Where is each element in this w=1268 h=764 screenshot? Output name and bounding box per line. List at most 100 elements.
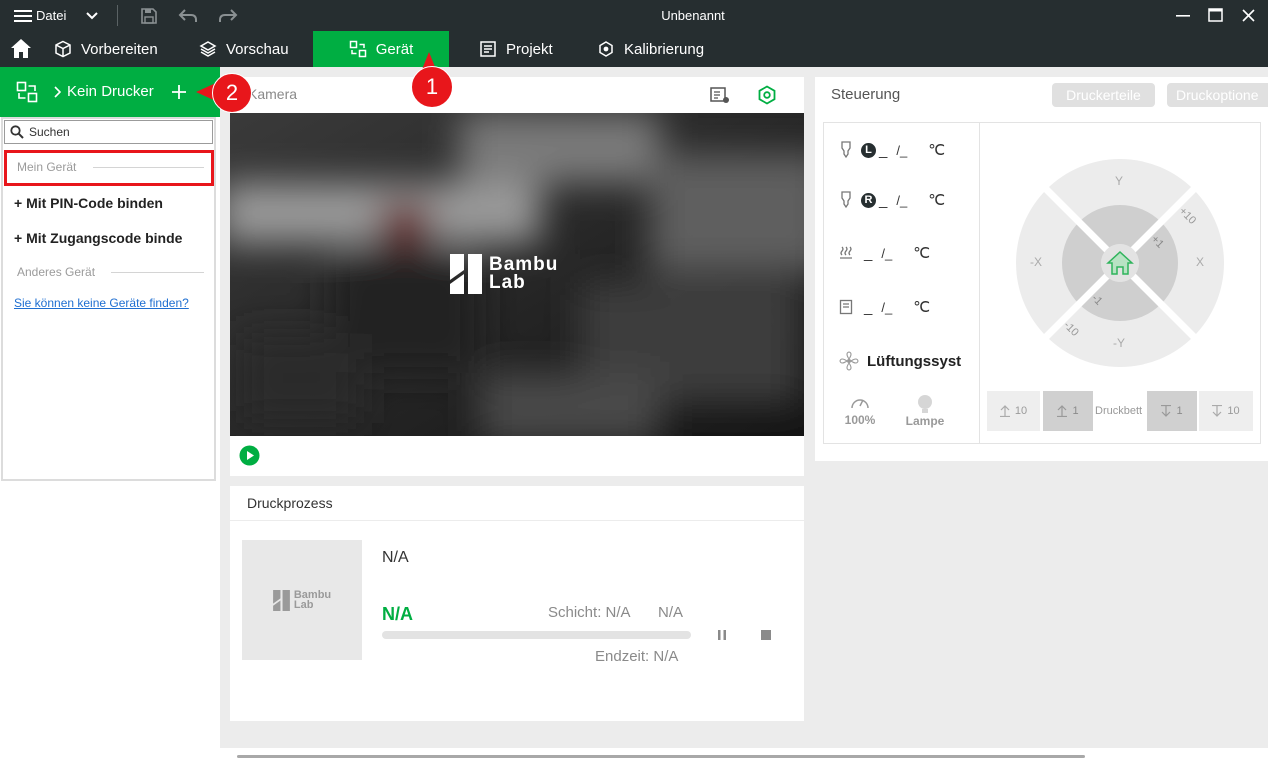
bambu-lab-logo: Bambu Lab [450,254,558,294]
file-menu[interactable]: Datei [0,0,104,31]
temp-value: _ [879,191,888,209]
temp-target: /_ [896,192,908,208]
fan-control[interactable]: Lüftungssyst [839,351,969,371]
bed-down-10-label: 10 [1227,405,1240,417]
calibration-gear-icon [599,41,613,57]
horizontal-scrollbar[interactable] [237,755,1085,758]
bed-up-1-label: 1 [1072,405,1079,417]
print-options-button[interactable]: Druckoptione [1167,83,1268,107]
bind-access-code[interactable]: + Mit Zugangscode binde [14,230,214,246]
tab-project[interactable]: Projekt [479,31,553,67]
tab-calibration[interactable]: Kalibrierung [597,31,704,67]
divider [979,122,980,444]
arrow-up-icon [1057,405,1068,417]
bed-up-10-button[interactable]: 10 [987,391,1040,431]
jog-y-plus[interactable]: Y [1115,174,1123,188]
cant-find-devices-link[interactable]: Sie können keine Geräte finden? [14,296,189,310]
main-tab-bar: Vorbereiten Vorschau Gerät Projekt Kalib… [0,31,1268,67]
bed-up-1-button[interactable]: 1 [1043,391,1093,431]
maximize-icon[interactable] [1208,8,1223,22]
temp-target: /_ [881,299,893,315]
redo-icon[interactable] [218,8,238,24]
layers-icon [199,41,217,57]
arrow-down-icon [1212,405,1223,417]
temp-value: _ [879,141,888,159]
close-icon[interactable] [1242,9,1255,22]
stop-icon[interactable] [760,629,772,641]
camera-feed[interactable]: Bambu Lab [230,113,804,436]
bed-down-1-button[interactable]: 1 [1147,391,1197,431]
lamp-control[interactable]: Lampe [900,394,950,428]
jog-x-minus[interactable]: -X [1030,255,1042,269]
temp-target: /_ [881,245,893,261]
play-icon[interactable] [239,445,260,466]
tab-prepare[interactable]: Vorbereiten [54,31,158,67]
control-title: Steuerung [831,86,901,103]
camera-settings-icon[interactable] [757,85,777,105]
print-progress-title: Druckprozess [247,495,333,511]
project-icon [480,41,496,57]
tab-project-label: Projekt [506,40,553,58]
save-icon[interactable] [140,7,158,25]
bed-down-1-label: 1 [1176,405,1183,417]
left-nozzle-temp[interactable]: L _ /_ ℃ [839,141,945,159]
tab-calibration-label: Kalibrierung [624,40,705,58]
bambu-logo-mark-icon [272,589,290,611]
minimize-icon[interactable] [1176,15,1190,17]
annotation-badge-2: 2 [212,73,252,113]
layer-info: Schicht: N/A [548,604,631,621]
title-bar: Datei Unbenannt [0,0,1268,31]
tab-prepare-label: Vorbereiten [81,40,158,58]
search-input[interactable]: Suchen [4,120,213,144]
left-badge: L [861,142,876,158]
cube-icon [55,40,71,58]
search-placeholder: Suchen [29,125,70,139]
print-job-name: N/A [382,549,409,566]
right-badge: R [861,192,876,208]
annotation-badge-1: 1 [411,66,453,108]
right-nozzle-temp[interactable]: R _ /_ ℃ [839,191,945,209]
no-printer-label: Kein Drucker [67,83,154,100]
fan-label: Lüftungssyst [867,352,962,370]
printer-device-icon [16,81,38,103]
pause-icon[interactable] [716,629,728,641]
temp-unit: ℃ [928,192,946,209]
time-remaining: N/A [658,604,684,621]
chevron-right-icon [54,86,61,98]
tab-preview[interactable]: Vorschau [199,31,289,67]
undo-icon[interactable] [178,8,198,24]
home-axes-icon[interactable] [1106,250,1134,276]
chamber-temp[interactable]: _ /_ ℃ [839,298,930,316]
logo-text-lab: Lab [489,272,526,293]
sd-card-icon[interactable] [709,86,730,104]
arrow-down-icon [1161,405,1172,417]
thumbnail-logo: Bambu Lab [272,589,331,611]
bind-pin-code[interactable]: + Mit PIN-Code binden [14,195,163,211]
printer-selector[interactable]: Kein Drucker [0,67,220,117]
temp-unit: ℃ [913,299,931,316]
add-printer-plus-icon[interactable] [172,85,186,99]
printer-parts-button[interactable]: Druckerteile [1052,83,1155,107]
bind-access-label: Mit Zugangscode binde [26,230,183,246]
arrow-up-icon [999,405,1010,417]
home-icon[interactable] [10,38,32,59]
jog-x-plus[interactable]: X [1196,255,1204,269]
my-device-section: Mein Gerät [17,160,77,174]
heatbed-icon [840,246,852,259]
bind-pin-label: Mit PIN-Code binden [26,195,163,211]
bed-label: Druckbett [1095,405,1143,417]
bed-down-10-button[interactable]: 10 [1199,391,1253,431]
bed-up-10-label: 10 [1014,405,1028,417]
lamp-icon [918,395,932,413]
nozzle-icon [841,141,851,159]
divider [117,5,118,26]
search-icon [10,125,24,139]
temp-unit: ℃ [928,142,946,159]
end-time: Endzeit: N/A [595,648,679,665]
divider [93,167,204,168]
jog-y-minus[interactable]: -Y [1113,336,1125,350]
speed-control[interactable]: 100% [842,394,878,427]
bed-temp[interactable]: _ /_ ℃ [839,244,930,262]
nozzle-icon [841,191,851,209]
speed-value: 100% [844,413,876,427]
